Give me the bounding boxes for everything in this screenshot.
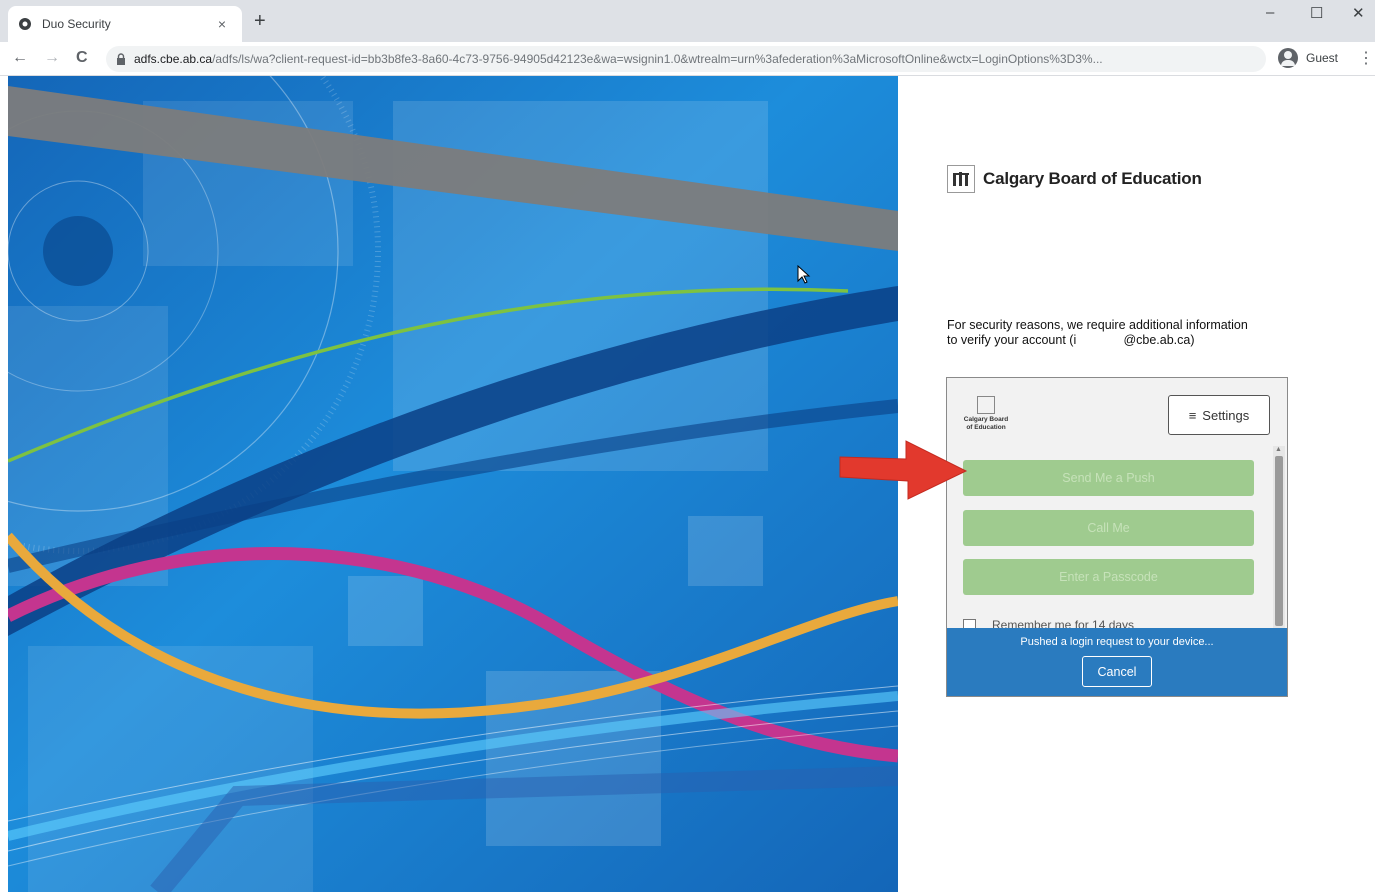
send-push-button[interactable]: Send Me a Push <box>963 460 1254 496</box>
security-message: For security reasons, we require additio… <box>947 318 1292 348</box>
browser-tab[interactable]: Duo Security × <box>8 6 242 42</box>
profile-icon <box>1278 48 1298 68</box>
security-message-prefix: to verify your account ( <box>947 333 1074 347</box>
call-me-button[interactable]: Call Me <box>963 510 1254 546</box>
profile-button[interactable]: Guest <box>1278 48 1338 68</box>
mouse-cursor-icon <box>797 265 811 284</box>
settings-button[interactable]: ≡ Settings <box>1168 395 1270 435</box>
duo-prompt-frame: Calgary Board of Education ≡ Settings Se… <box>946 377 1288 697</box>
status-bar: Pushed a login request to your device...… <box>947 628 1287 696</box>
org-logo: Calgary Board of Education <box>947 165 1202 193</box>
maximize-button[interactable]: ☐ <box>1310 4 1323 22</box>
enter-passcode-button[interactable]: Enter a Passcode <box>963 559 1254 595</box>
red-arrow-annotation <box>839 440 968 500</box>
browser-tabstrip: Duo Security × + – ☐ ✕ <box>0 0 1375 42</box>
lock-icon <box>117 53 125 65</box>
url-host: adfs.cbe.ab.ca <box>134 52 213 66</box>
reload-button[interactable]: C <box>76 48 88 68</box>
duo-org-logo-text: Calgary Board of Education <box>963 416 1009 431</box>
forward-button[interactable]: → <box>44 48 60 68</box>
browser-toolbar: ← → C adfs.cbe.ab.ca /adfs/ls/wa?client-… <box>0 42 1375 76</box>
security-message-line2: to verify your account (i @cbe.ab.ca) <box>947 333 1292 348</box>
hamburger-icon: ≡ <box>1188 407 1197 423</box>
duo-org-logo-icon <box>977 396 995 414</box>
new-tab-button[interactable]: + <box>254 10 266 32</box>
profile-label: Guest <box>1306 51 1339 65</box>
url-path: /adfs/ls/wa?client-request-id=bb3b8fe3-8… <box>212 52 1103 66</box>
scroll-up-icon[interactable]: ▲ <box>1275 446 1282 454</box>
hero-artwork <box>8 76 898 892</box>
scrollbar-thumb[interactable] <box>1275 456 1283 626</box>
tab-close-icon[interactable]: × <box>212 16 232 32</box>
settings-label: Settings <box>1202 407 1250 423</box>
browser-menu-icon[interactable]: ⋮ <box>1358 50 1374 68</box>
security-message-line1: For security reasons, we require additio… <box>947 318 1248 332</box>
org-name: Calgary Board of Education <box>983 169 1202 188</box>
back-button[interactable]: ← <box>12 48 28 68</box>
tab-title: Duo Security <box>42 17 111 31</box>
hero-background-image <box>8 76 898 892</box>
security-message-suffix: @cbe.ab.ca) <box>1123 333 1195 347</box>
account-mask: i <box>1073 333 1077 347</box>
duo-favicon-icon <box>19 18 31 30</box>
minimize-button[interactable]: – <box>1266 4 1274 21</box>
org-logo-icon <box>947 165 975 193</box>
duo-org-logo: Calgary Board of Education <box>961 396 1011 432</box>
status-text: Pushed a login request to your device... <box>1020 636 1214 648</box>
cancel-button[interactable]: Cancel <box>1082 656 1152 687</box>
close-window-button[interactable]: ✕ <box>1352 4 1365 22</box>
address-bar[interactable]: adfs.cbe.ab.ca /adfs/ls/wa?client-reques… <box>106 46 1266 72</box>
